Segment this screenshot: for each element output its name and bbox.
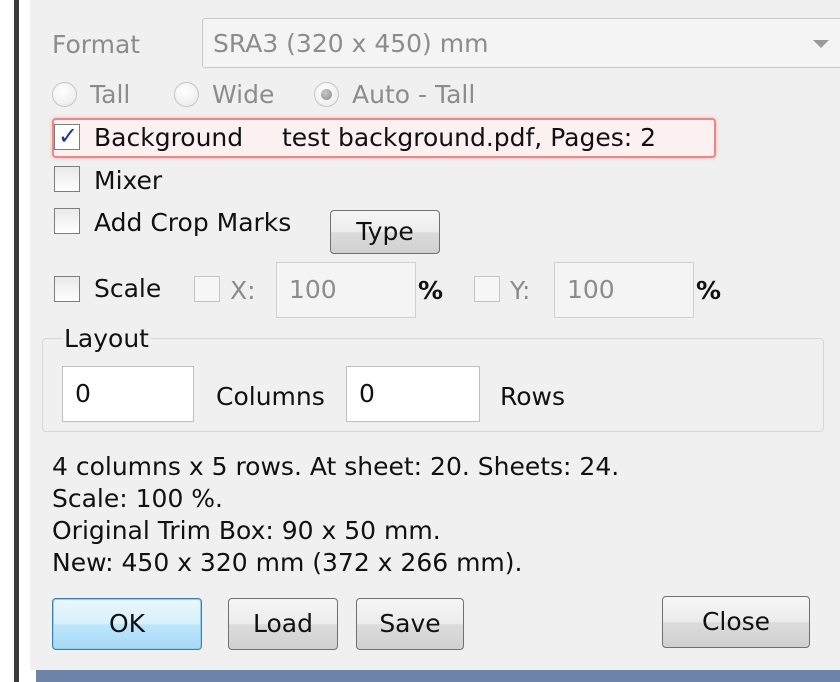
rows-label: Rows xyxy=(500,382,566,411)
columns-value: 0 xyxy=(75,379,91,408)
layout-group-title: Layout xyxy=(62,324,151,353)
summary-line: New: 450 x 320 mm (372 x 266 mm). xyxy=(52,548,523,577)
save-button[interactable]: Save xyxy=(356,598,464,650)
crop-marks-checkbox[interactable] xyxy=(54,208,80,234)
mixer-label: Mixer xyxy=(94,166,163,195)
scale-x-input[interactable]: 100 xyxy=(276,262,416,318)
scale-x-label: X: xyxy=(230,276,256,305)
scale-y-checkbox[interactable] xyxy=(474,276,500,302)
close-button[interactable]: Close xyxy=(662,596,810,648)
scale-label: Scale xyxy=(94,274,162,303)
columns-input[interactable]: 0 xyxy=(62,366,194,422)
background-info: test background.pdf, Pages: 2 xyxy=(282,123,657,152)
scale-x-checkbox[interactable] xyxy=(194,276,220,302)
chevron-down-icon[interactable] xyxy=(813,40,829,48)
scale-y-label: Y: xyxy=(510,276,531,305)
mixer-checkbox[interactable] xyxy=(54,166,80,192)
radio-auto-tall[interactable] xyxy=(314,82,339,107)
type-button[interactable]: Type xyxy=(330,210,440,254)
scale-y-unit: % xyxy=(696,276,722,305)
imposition-dialog: Format SRA3 (320 x 450) mm Tall Wide Aut… xyxy=(30,0,840,670)
background-label: Background xyxy=(94,123,244,152)
radio-tall-label: Tall xyxy=(90,80,131,109)
crop-marks-label: Add Crop Marks xyxy=(94,208,292,237)
summary-line: Scale: 100 %. xyxy=(52,484,223,513)
scale-y-value: 100 xyxy=(567,275,615,304)
scale-checkbox[interactable] xyxy=(54,276,80,302)
radio-wide[interactable] xyxy=(174,82,199,107)
format-combobox[interactable]: SRA3 (320 x 450) mm xyxy=(202,18,840,68)
rows-input[interactable]: 0 xyxy=(346,366,480,422)
scale-x-value: 100 xyxy=(289,275,337,304)
summary-line: 4 columns x 5 rows. At sheet: 20. Sheets… xyxy=(52,452,620,481)
radio-wide-label: Wide xyxy=(212,80,275,109)
radio-tall[interactable] xyxy=(52,82,77,107)
columns-label: Columns xyxy=(216,382,325,411)
scale-y-input[interactable]: 100 xyxy=(554,262,694,318)
scale-x-unit: % xyxy=(418,276,444,305)
load-button[interactable]: Load xyxy=(228,598,338,650)
rows-value: 0 xyxy=(359,379,375,408)
format-value: SRA3 (320 x 450) mm xyxy=(213,29,489,58)
background-checkbox[interactable]: ✓ xyxy=(54,122,80,150)
format-label: Format xyxy=(52,30,141,59)
checkmark-icon: ✓ xyxy=(58,122,79,150)
ok-button[interactable]: OK xyxy=(52,598,202,650)
summary-line: Original Trim Box: 90 x 50 mm. xyxy=(52,516,441,545)
radio-auto-tall-label: Auto - Tall xyxy=(352,80,476,109)
